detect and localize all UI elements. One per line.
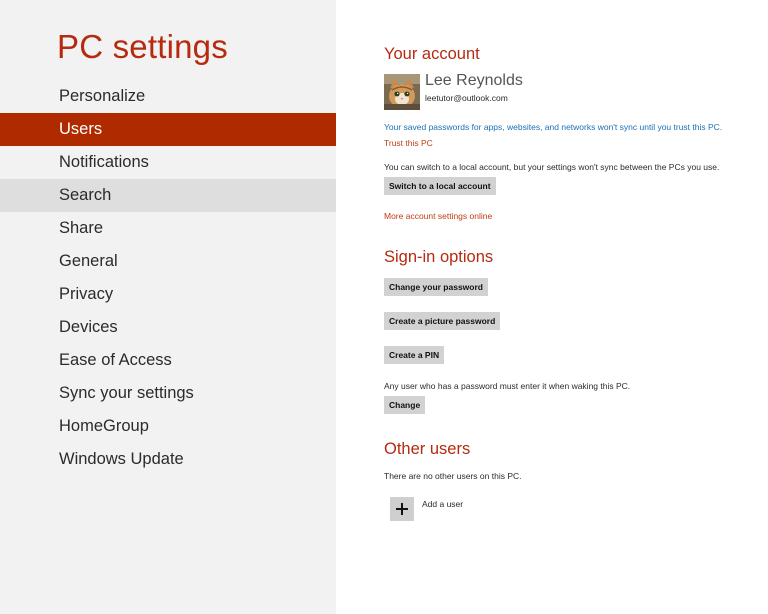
local-account-message: You can switch to a local account, but y…	[384, 162, 720, 172]
left-pane: PC settings Personalize Users Notificati…	[0, 0, 336, 614]
nav-item-sync-settings[interactable]: Sync your settings	[0, 377, 336, 410]
nav-item-windows-update[interactable]: Windows Update	[0, 443, 336, 476]
nav-item-search[interactable]: Search	[0, 179, 336, 212]
change-password-button[interactable]: Change your password	[384, 278, 488, 296]
trust-message: Your saved passwords for apps, websites,…	[384, 122, 723, 132]
kitten-photo-icon	[384, 74, 420, 110]
nav-item-devices[interactable]: Devices	[0, 311, 336, 344]
sign-in-options-heading: Sign-in options	[384, 248, 494, 266]
other-users-heading: Other users	[384, 440, 471, 458]
user-name: Lee Reynolds	[425, 72, 523, 89]
your-account-heading: Your account	[384, 45, 480, 63]
trust-pc-link[interactable]: Trust this PC	[384, 138, 433, 148]
nav-item-users[interactable]: Users	[0, 113, 336, 146]
user-email: leetutor@outlook.com	[425, 93, 508, 103]
wake-password-message: Any user who has a password must enter i…	[384, 381, 631, 391]
create-picture-password-button[interactable]: Create a picture password	[384, 312, 501, 330]
nav-item-ease-of-access[interactable]: Ease of Access	[0, 344, 336, 377]
no-other-users-message: There are no other users on this PC.	[384, 471, 522, 481]
plus-icon	[396, 503, 408, 515]
page-title: PC settings	[57, 28, 228, 65]
settings-nav: Personalize Users Notifications Search S…	[0, 80, 336, 476]
more-account-settings-link[interactable]: More account settings online	[384, 211, 492, 221]
add-user-label[interactable]: Add a user	[422, 499, 463, 509]
create-pin-button[interactable]: Create a PIN	[384, 346, 445, 364]
nav-item-privacy[interactable]: Privacy	[0, 278, 336, 311]
switch-local-account-button[interactable]: Switch to a local account	[384, 177, 496, 195]
nav-item-share[interactable]: Share	[0, 212, 336, 245]
nav-item-notifications[interactable]: Notifications	[0, 146, 336, 179]
nav-item-homegroup[interactable]: HomeGroup	[0, 410, 336, 443]
nav-item-general[interactable]: General	[0, 245, 336, 278]
nav-item-personalize[interactable]: Personalize	[0, 80, 336, 113]
change-wake-setting-button[interactable]: Change	[384, 396, 426, 414]
avatar	[384, 74, 420, 110]
add-user-button[interactable]	[390, 497, 414, 521]
